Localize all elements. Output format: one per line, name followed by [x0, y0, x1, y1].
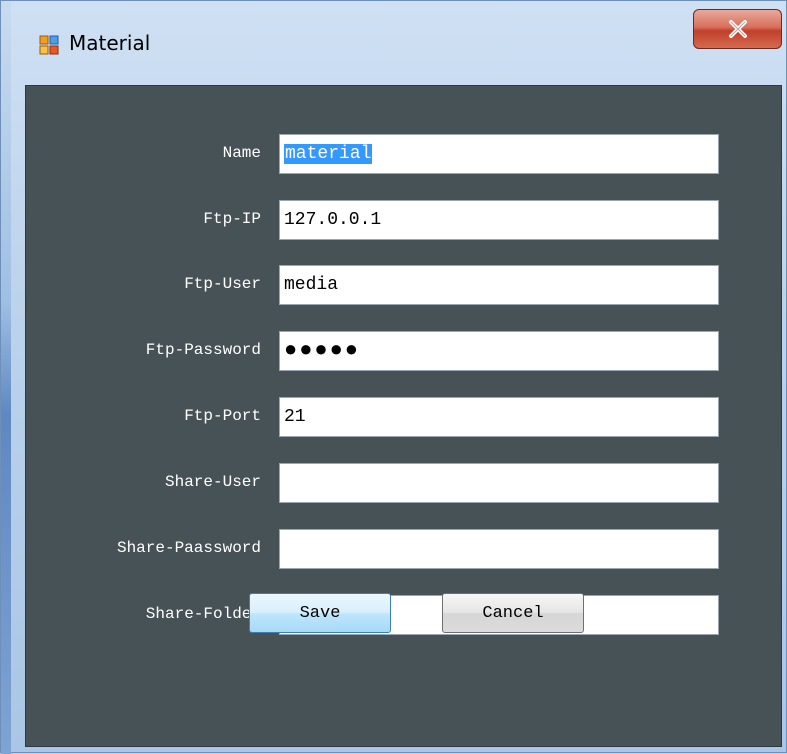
share-user-input[interactable] — [279, 463, 719, 503]
dialog-window: Material — [0, 0, 787, 754]
ftp-ip-input[interactable]: 127.0.0.1 — [279, 200, 719, 240]
window-title: Material — [69, 31, 151, 55]
share-password-input[interactable] — [279, 529, 719, 569]
label-share-password: Share-Paassword — [116, 539, 261, 557]
label-share-user: Share-User — [164, 473, 261, 491]
ftp-port-input[interactable]: 21 — [279, 397, 719, 437]
close-button[interactable] — [693, 9, 782, 49]
ftp-user-value: media — [284, 275, 339, 295]
name-input[interactable]: material — [279, 134, 719, 174]
label-share-folder: Share-Folder — [145, 605, 261, 623]
label-ftp-port: Ftp-Port — [184, 407, 261, 425]
title-bar[interactable]: Material — [11, 1, 786, 85]
app-window-icon — [39, 35, 59, 55]
ftp-password-input[interactable]: ●●●●● — [279, 331, 719, 371]
name-value: material — [284, 144, 373, 164]
background-window-edge — [1, 1, 11, 754]
label-ftp-user: Ftp-User — [184, 275, 261, 293]
cancel-button[interactable]: Cancel — [442, 593, 584, 633]
ftp-password-value: ●●●●● — [284, 338, 361, 363]
save-button[interactable]: Save — [249, 593, 391, 633]
close-icon — [727, 19, 749, 39]
ftp-port-value: 21 — [284, 407, 306, 427]
label-ftp-password: Ftp-Password — [145, 341, 261, 359]
label-ftp-ip: Ftp-IP — [203, 210, 261, 228]
ftp-user-input[interactable]: media — [279, 265, 719, 305]
ftp-ip-value: 127.0.0.1 — [284, 210, 382, 230]
label-name: Name — [222, 144, 261, 162]
